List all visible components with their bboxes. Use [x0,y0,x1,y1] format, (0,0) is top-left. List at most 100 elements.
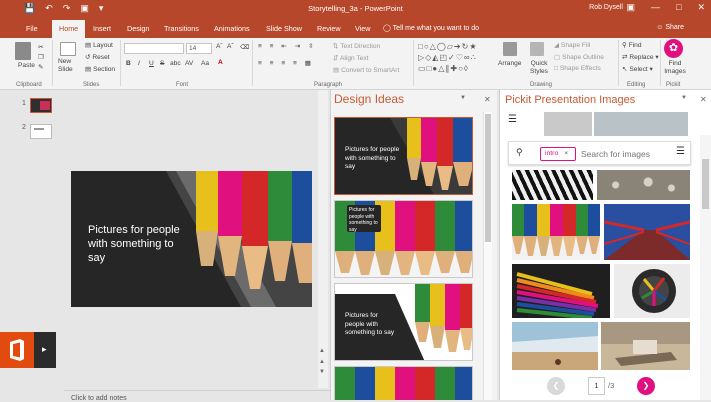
shape-outline-button[interactable]: ▢ Shape Outline [554,53,604,61]
alignment-icons[interactable]: ≡ ≡ ≡ ≡ ▦ [258,59,314,67]
current-slide[interactable]: Pictures for people with something to sa… [71,171,312,307]
paste-icon[interactable] [15,42,31,62]
tell-me-box[interactable]: ◯ Tell me what you want to do [383,24,479,32]
find-button[interactable]: ⚲ Find [622,41,642,49]
red-bridge-image[interactable] [604,204,690,260]
page-number-input[interactable]: 1 [588,377,605,395]
tab-home[interactable]: Home [52,20,86,38]
pickit-logo-icon[interactable]: ✿ [664,39,683,58]
close-icon[interactable]: ✕ [700,95,707,104]
shape-fill-button[interactable]: ◢ Shape Fill [554,41,590,49]
shape-effects-button[interactable]: □ Shape Effects [554,65,601,72]
replace-button[interactable]: ⇄ Replace ▾ [622,53,659,61]
scroll-thumb[interactable] [485,114,491,242]
design-idea-card[interactable]: Pictures for people with something to sa… [334,283,473,361]
font-size-box[interactable]: 14 [186,43,212,54]
quick-styles-icon[interactable] [530,42,544,58]
next-slide-icon[interactable]: ▼ [319,369,325,375]
prev-slide-icon[interactable]: ▲ [319,359,325,365]
italic-button[interactable]: I [138,60,140,67]
bullets-icons[interactable]: ≡ ≡ ⇤ ⇥ ⇳ [258,42,317,50]
shadow-button[interactable]: abc [170,60,181,67]
ribbon-display-icon[interactable]: ▣ [627,2,636,13]
design-idea-card[interactable]: Pictures for people with something to sa… [334,117,473,195]
change-case-button[interactable]: Aa [201,60,209,67]
tab-slide-show[interactable]: Slide Show [266,24,302,33]
pane-options-icon[interactable]: ▼ [460,95,466,101]
search-tag-chip[interactable]: intro × [540,147,576,161]
minimize-icon[interactable]: — [651,2,660,13]
grow-font-icon[interactable]: Aˆ [216,43,223,50]
share-button[interactable]: ☺ Share [656,24,684,31]
arrange-button[interactable]: Arrange [498,60,521,67]
new-slide-button[interactable]: New Slide [58,58,80,74]
user-name[interactable]: Rob Dysell [589,4,623,11]
paste-button[interactable]: Paste [18,62,35,69]
format-painter-icon[interactable]: ✎ [38,63,44,71]
next-page-button[interactable]: ❯ [637,377,655,395]
shapes-gallery[interactable]: □○△◯▱➔↻★ ▷◇◭◰✓♡∞∴ ▭□●△∥✚○◊ [418,41,494,74]
find-images-button[interactable]: Find Images [662,60,688,76]
pane-options-icon[interactable]: ▼ [681,95,687,101]
layout-button[interactable]: ▤ Layout [85,41,113,49]
section-button[interactable]: ▤ Section [85,65,115,73]
design-ideas-scrollbar[interactable] [483,112,492,400]
hamburger-menu-icon[interactable]: ☰ [508,114,517,125]
image-thumbnail[interactable] [544,112,592,136]
select-button[interactable]: ↖ Select ▾ [622,65,653,73]
design-idea-card[interactable]: Pictures for people with something to sa… [334,200,473,278]
pickit-scrollbar[interactable] [700,135,711,400]
filter-icon[interactable]: ☰ [676,146,685,157]
colored-pencils-image[interactable] [512,264,610,318]
close-icon[interactable]: ✕ [697,2,705,13]
notes-pane[interactable]: Click to add notes [64,390,330,402]
font-name-box[interactable] [124,43,184,54]
tab-animations[interactable]: Animations [214,24,250,33]
underline-button[interactable]: U [149,60,154,67]
shipwreck-image[interactable] [601,322,690,370]
tab-design[interactable]: Design [127,24,149,33]
strikethrough-button[interactable]: S [160,60,164,67]
reset-label: Reset [92,54,110,61]
cut-icon[interactable]: ✂ [38,43,44,51]
design-idea-card[interactable] [334,366,473,400]
font-color-icon[interactable]: A [218,59,223,66]
bold-button[interactable]: B [126,60,131,67]
pencil-cup-image[interactable] [614,264,690,318]
copy-icon[interactable]: ❐ [38,53,44,61]
new-slide-icon[interactable] [60,42,76,58]
scroll-thumb[interactable] [702,159,709,209]
text-direction-button[interactable]: ⇅ Text Direction [333,42,380,50]
convert-smartart-button[interactable]: ▤ Convert to SmartArt [333,66,399,74]
tab-insert[interactable]: Insert [93,24,111,33]
prev-page-button[interactable]: ❮ [547,377,565,395]
zebra-image[interactable] [512,170,593,200]
image-thumbnail[interactable] [594,112,688,136]
tab-review[interactable]: Review [317,24,341,33]
maximize-icon[interactable]: □ [676,2,681,13]
close-icon[interactable]: ✕ [484,95,491,104]
remove-tag-icon[interactable]: × [564,150,568,157]
divider [52,40,53,86]
beach-image[interactable] [512,322,598,370]
quick-styles-button[interactable]: Quick Styles [527,60,551,76]
shrink-font-icon[interactable]: Aˇ [227,43,234,50]
slide-title-text[interactable]: Pictures for people with something to sa… [88,223,188,265]
reset-button[interactable]: ↺ Reset [85,53,110,61]
clear-format-icon[interactable]: ⌫ [240,43,249,51]
pencils-image[interactable] [512,204,600,260]
office-launcher[interactable]: ▸ [0,332,56,368]
tab-file[interactable]: File [26,24,38,33]
slide-thumbnail-1[interactable] [30,98,52,113]
arrange-icon[interactable] [503,42,517,58]
editor-scrollbar[interactable]: ▲ ▲ ▼ [318,90,328,388]
search-icon: ⚲ [622,42,627,49]
align-text-button[interactable]: ⇵ Align Text [333,54,368,62]
tab-view[interactable]: View [355,24,370,33]
scroll-up-icon[interactable]: ▲ [319,348,325,354]
search-input[interactable] [581,147,665,160]
slide-thumbnail-2[interactable] [30,124,52,139]
water-drops-image[interactable] [597,170,690,200]
char-spacing-button[interactable]: AV [185,60,193,67]
tab-transitions[interactable]: Transitions [164,24,199,33]
